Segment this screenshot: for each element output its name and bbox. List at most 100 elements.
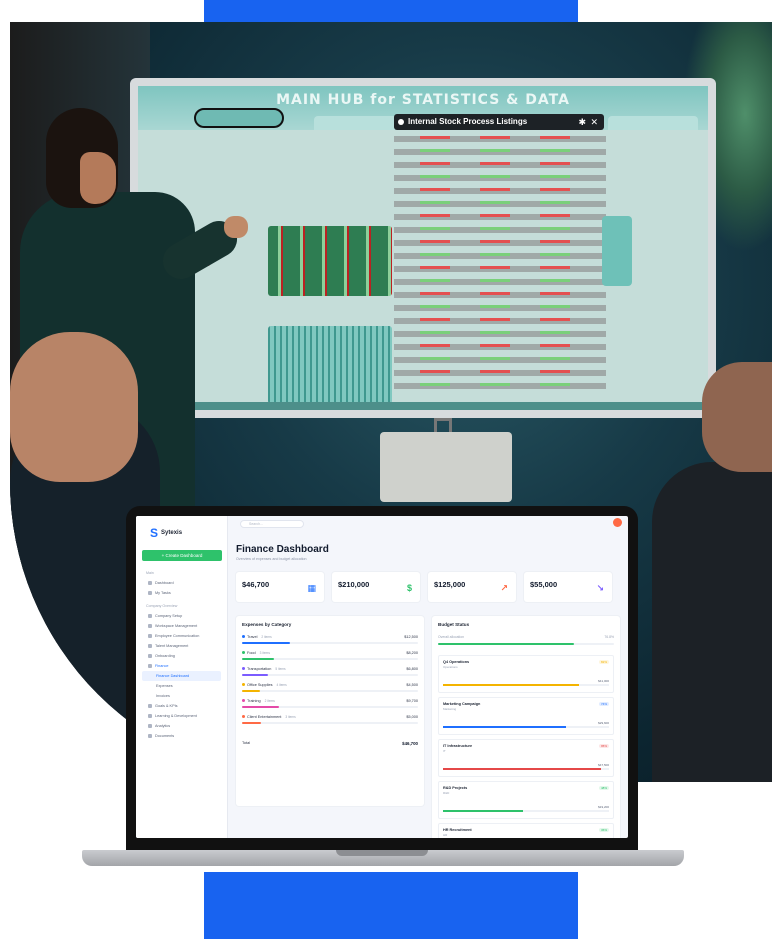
create-dashboard-button[interactable]: + Create Dashboard	[142, 550, 222, 561]
category-row[interactable]: Transportation 5 items $6,800	[242, 667, 418, 683]
budget-card[interactable]: R&D Projects R&D 48% $19,200	[438, 781, 614, 819]
category-dot	[242, 635, 245, 638]
sidebar-item[interactable]: Learning & Development	[142, 711, 221, 721]
nav-icon	[148, 614, 152, 618]
budget-card[interactable]: HR RecruitmentHR36%$9,000	[438, 823, 614, 838]
sidebar-item[interactable]: Finance	[142, 661, 221, 671]
category-name: Client Entertainment 3 items	[242, 715, 296, 719]
laptop-screen: S Sytexis + Create Dashboard Main Dashboa…	[136, 516, 628, 838]
category-row[interactable]: Training 2 items $9,700	[242, 699, 418, 715]
sidebar-item-label: Finance	[155, 664, 169, 668]
category-amount: $8,200	[406, 651, 418, 655]
budget-progress-bar	[443, 726, 609, 728]
overall-progress-bar	[438, 643, 614, 645]
sidebar-item-label: Talent Management	[155, 644, 189, 648]
sidebar-item[interactable]: Talent Management	[142, 641, 221, 651]
display-title: MAIN HUB for STATISTICS & DATA	[276, 92, 570, 108]
nav-icon	[148, 714, 152, 718]
category-row[interactable]: Client Entertainment 3 items $5,000	[242, 715, 418, 731]
budget-progress-fill	[443, 768, 601, 770]
category-name: Transportation 5 items	[242, 667, 286, 671]
total-label: Total	[242, 741, 251, 745]
category-name: Food 3 items	[242, 651, 270, 655]
category-row[interactable]: Food 3 items $8,200	[242, 651, 418, 667]
category-progress-bar	[242, 642, 418, 644]
sidebar-item[interactable]: Company Setup	[142, 611, 221, 621]
sidebar-item-label: Finance Dashboard	[156, 674, 190, 678]
budget-card[interactable]: Marketing Campaign Marketing 74% $29,600	[438, 697, 614, 735]
budget-department: Marketing	[443, 707, 457, 711]
sidebar-item[interactable]: Documents	[142, 731, 221, 741]
sidebar-item[interactable]: My Tasks	[142, 588, 221, 598]
budget-name: IT Infrastructure	[443, 744, 473, 748]
category-dot	[242, 715, 245, 718]
laptop: S Sytexis + Create Dashboard Main Dashboa…	[126, 506, 638, 852]
category-name: Travel 2 items	[242, 635, 272, 639]
seated-man-right	[652, 462, 772, 782]
budget-percent-badge: 82%	[598, 660, 609, 664]
avatar[interactable]	[613, 518, 622, 527]
category-progress-bar	[242, 722, 418, 724]
nav-icon	[148, 664, 152, 668]
category-label: Client Entertainment	[247, 715, 282, 719]
category-label: Training	[247, 699, 261, 703]
nav-icon	[148, 634, 152, 638]
sidebar-item[interactable]: Dashboard	[142, 578, 221, 588]
sidebar-item-label: Analytics	[155, 724, 171, 728]
budget-progress-fill	[443, 684, 580, 686]
page-subtitle: Overview of expenses and budget allocati…	[236, 557, 307, 561]
nav-icon	[148, 581, 152, 585]
category-dot	[242, 667, 245, 670]
brand-name: Sytexis	[161, 530, 183, 536]
expenses-panel: Expenses by Category Travel 2 items $12,50…	[236, 616, 424, 806]
budget-progress-bar	[443, 684, 609, 686]
sidebar-item[interactable]: Onboarding	[142, 651, 221, 661]
sidebar-item-label: Documents	[155, 734, 175, 738]
display-chart	[268, 326, 392, 404]
budget-department: HR	[443, 833, 448, 837]
kpi-card: $55,000 ↘	[524, 572, 612, 602]
search-input[interactable]: Search...	[240, 520, 304, 528]
gear-icon: ✱	[578, 117, 586, 127]
budget-card[interactable]: IT Infrastructure IT 95% $47,500	[438, 739, 614, 777]
category-item-count: 3 items	[285, 715, 296, 719]
budget-department: R&D	[443, 791, 450, 795]
category-progress-bar	[242, 658, 418, 660]
display-tab-highlight	[194, 108, 284, 128]
sidebar-item[interactable]: Employee Communication	[142, 631, 221, 641]
trend-down-icon: ↘	[596, 583, 604, 593]
sidebar-nav: Main Dashboard My Tasks Company Overview Com…	[142, 571, 221, 741]
overall-value: 76.8%	[604, 635, 614, 639]
nav-icon	[148, 591, 152, 595]
budget-card[interactable]: Q4 Operations Operations 82% $41,000	[438, 655, 614, 693]
sidebar-item[interactable]: Goals & KPIs	[142, 701, 221, 711]
sidebar-item[interactable]: Analytics	[142, 721, 221, 731]
blue-accent-bottom	[204, 872, 578, 939]
budget-name: HR Recruitment	[443, 828, 472, 832]
kpi-value: $210,000	[338, 580, 370, 589]
sidebar-item-label: Dashboard	[155, 581, 174, 585]
sidebar-item[interactable]: Finance Dashboard	[142, 671, 221, 681]
budget-name: R&D Projects	[443, 786, 468, 790]
budget-amount: $47,500	[598, 763, 609, 767]
budget-name: Q4 Operations	[443, 660, 470, 664]
display-data-column	[540, 136, 570, 390]
category-row[interactable]: Travel 2 items $12,500	[242, 635, 418, 651]
budget-progress-bar	[443, 810, 609, 812]
category-label: Food	[247, 651, 256, 655]
brand-logo[interactable]: S Sytexis	[150, 526, 221, 540]
trend-up-icon: ↗	[500, 583, 508, 593]
overall-progress-fill	[438, 643, 574, 645]
sidebar-item[interactable]: Invoices	[142, 691, 221, 701]
category-row[interactable]: Office Supplies 4 items $4,500	[242, 683, 418, 699]
kpi-value: $125,000	[434, 580, 466, 589]
display-data-column	[420, 136, 450, 390]
sidebar-item[interactable]: Workspace Management	[142, 621, 221, 631]
budget-panel-title: Budget Status	[438, 622, 470, 627]
category-progress-bar	[242, 706, 418, 708]
category-label: Office Supplies	[247, 683, 273, 687]
nav-icon	[148, 624, 152, 628]
nav-section-label: Main	[146, 571, 154, 575]
sidebar-item[interactable]: Expenses	[142, 681, 221, 691]
popup-dot-icon	[398, 119, 404, 125]
